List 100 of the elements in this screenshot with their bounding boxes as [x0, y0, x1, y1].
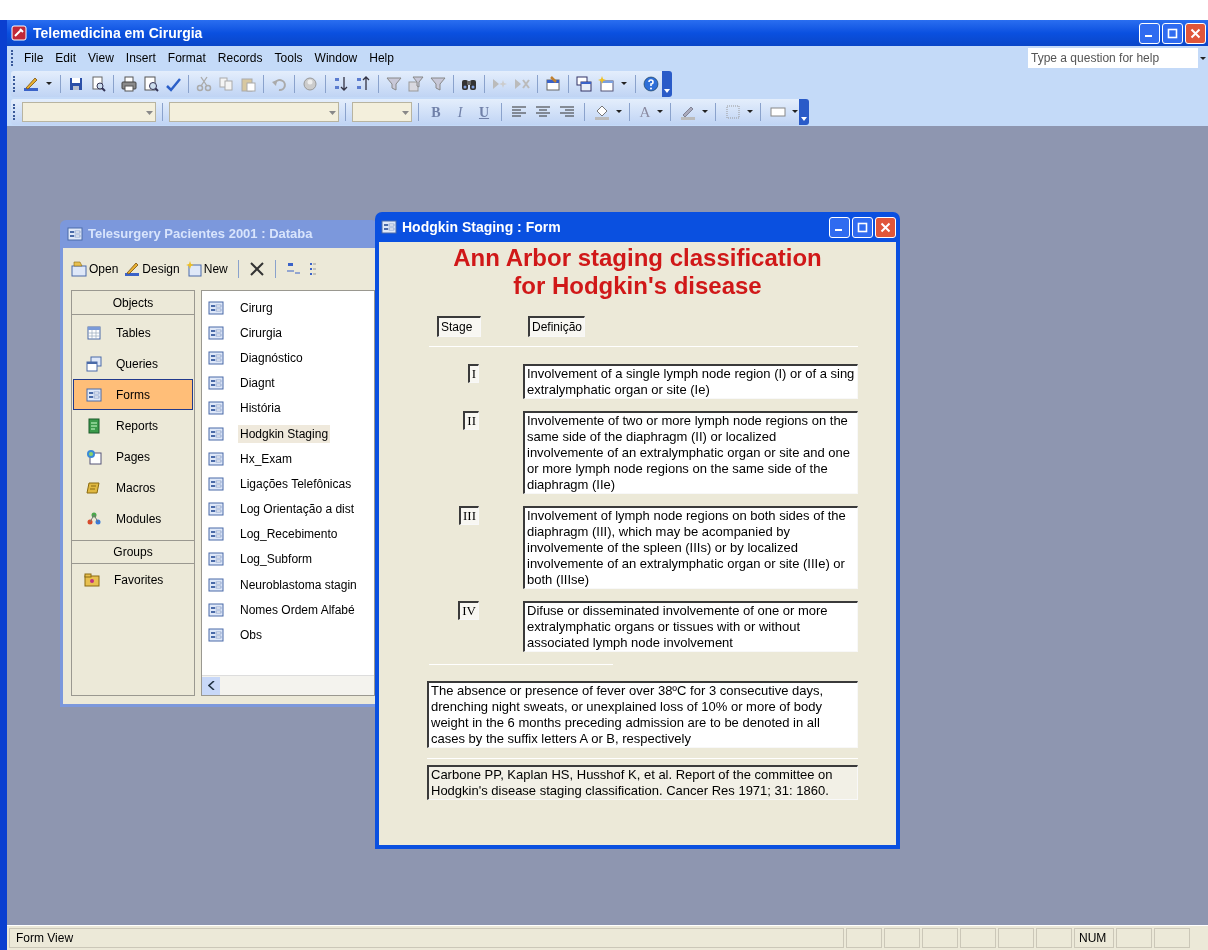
- form-icon: [208, 627, 224, 644]
- objects-header[interactable]: Objects: [72, 291, 194, 315]
- align-left-icon[interactable]: [511, 104, 527, 120]
- spelling-check-icon[interactable]: [165, 76, 181, 92]
- form-list-item[interactable]: Diagnt: [208, 370, 374, 396]
- group-item[interactable]: Favorites: [72, 564, 194, 596]
- minimize-icon: [1144, 35, 1152, 37]
- align-right-icon[interactable]: [559, 104, 575, 120]
- form-list-item[interactable]: Log_Subform: [208, 546, 374, 573]
- close-button[interactable]: [875, 216, 896, 238]
- stage-label: IV: [458, 601, 479, 620]
- large-icons-icon[interactable]: [285, 261, 302, 277]
- status-pane: [1036, 928, 1072, 948]
- object-item[interactable]: Forms: [73, 379, 193, 410]
- object-item[interactable]: Reports: [73, 410, 193, 441]
- module-icon: [86, 510, 102, 527]
- status-pane: [922, 928, 958, 948]
- line-color-icon[interactable]: [680, 104, 696, 120]
- help-icon[interactable]: [643, 76, 659, 92]
- maximize-button[interactable]: [1162, 22, 1183, 44]
- form-list-item[interactable]: Cirurg: [208, 295, 374, 321]
- groups-header[interactable]: Groups: [72, 540, 194, 564]
- definition-text: Involvement of lymph node regions on both sides of the diaphragm (III), which may be acompanied by involvemente of the spleen (IIIs) or by localized involvemente of an extralymphatic organ or site (IIIe) or both (IIIse): [523, 506, 858, 589]
- close-icon: [880, 221, 891, 233]
- menu-item[interactable]: Edit: [49, 49, 83, 67]
- sort-ascending-icon[interactable]: [333, 76, 349, 92]
- form-icon: [208, 551, 224, 568]
- menu-item[interactable]: Tools: [268, 49, 309, 67]
- query-icon: [86, 355, 102, 372]
- window-title: Telemedicina em Cirurgia: [33, 23, 204, 43]
- toolbar-button[interactable]: New: [185, 260, 228, 278]
- scroll-icon: [86, 479, 102, 496]
- toolbar-button[interactable]: Design: [124, 260, 180, 278]
- chevron-icon: [664, 88, 670, 94]
- menu-item[interactable]: Help: [363, 49, 400, 67]
- dropdown-field[interactable]: [22, 102, 156, 122]
- file-search-icon[interactable]: [90, 76, 106, 92]
- new-object-icon[interactable]: [598, 76, 614, 92]
- fill-bucket-icon[interactable]: [594, 104, 610, 120]
- form-icon: [381, 219, 397, 235]
- object-item[interactable]: Modules: [73, 503, 193, 534]
- object-item[interactable]: Pages: [73, 441, 193, 472]
- delete-icon[interactable]: [248, 261, 265, 277]
- minimize-button[interactable]: [829, 216, 850, 238]
- help-field[interactable]: Type a question for help: [1028, 48, 1198, 68]
- database-window-icon[interactable]: [576, 76, 592, 92]
- save-icon[interactable]: [68, 76, 84, 92]
- minimize-button[interactable]: [1139, 22, 1160, 44]
- stage-label: III: [459, 506, 479, 525]
- table-icon: [86, 324, 102, 341]
- align-center-icon[interactable]: [535, 104, 551, 120]
- close-button[interactable]: [1185, 22, 1206, 44]
- form-list-item[interactable]: Log Orientação a dist: [208, 496, 374, 522]
- object-item[interactable]: Macros: [73, 472, 193, 503]
- form-heading: Ann Arbor staging classification: [453, 244, 822, 272]
- form-list-item[interactable]: História: [208, 395, 374, 421]
- form-list-item[interactable]: Hx_Exam: [208, 446, 374, 472]
- design-view-icon[interactable]: [23, 76, 39, 92]
- properties-icon[interactable]: [545, 76, 561, 92]
- form-list-item[interactable]: Diagnóstico: [208, 345, 374, 371]
- form-list-item[interactable]: Log_Recebimento: [208, 521, 374, 547]
- design-icon: [124, 261, 141, 277]
- menu-item[interactable]: Window: [308, 49, 364, 67]
- menu-item[interactable]: Records: [211, 49, 269, 67]
- object-item[interactable]: Queries: [73, 348, 193, 379]
- menu-item[interactable]: View: [82, 49, 120, 67]
- form-list-item[interactable]: Neuroblastoma stagin: [208, 572, 374, 598]
- menu-item[interactable]: Insert: [119, 49, 162, 67]
- chevron-icon: [801, 116, 807, 122]
- status-pane: [998, 928, 1034, 948]
- caret-icon: [146, 108, 153, 116]
- dropdown-field[interactable]: [352, 102, 412, 122]
- form-icon: [208, 526, 224, 543]
- menu-item[interactable]: File: [18, 49, 50, 67]
- form-list-item[interactable]: Obs: [208, 622, 374, 648]
- stage-label: I: [467, 364, 479, 383]
- form-list-item[interactable]: Ligações Telefônicas: [208, 471, 374, 497]
- form-list-item[interactable]: Hodgkin Staging: [208, 420, 374, 447]
- form-list-item[interactable]: Nomes Ordem Alfabé: [208, 597, 374, 623]
- status-text: Form View: [9, 928, 844, 948]
- toolbar-options-button[interactable]: [799, 99, 809, 125]
- folder-icon: [84, 572, 100, 588]
- maximize-icon: [1167, 27, 1178, 39]
- print-icon[interactable]: [121, 76, 137, 92]
- sort-descending-icon[interactable]: [355, 76, 371, 92]
- maximize-icon: [857, 221, 868, 233]
- object-item[interactable]: Tables: [73, 317, 193, 348]
- maximize-button[interactable]: [852, 216, 873, 238]
- status-pane: [960, 928, 996, 948]
- print-preview-icon[interactable]: [143, 76, 159, 92]
- toolbar-button[interactable]: Open: [71, 260, 119, 278]
- form-list-item[interactable]: Cirurgia: [208, 320, 374, 346]
- database-icon: [67, 226, 83, 242]
- definition-text: Involvemente of two or more lymph node regions on the same side of the diaphragm (II) or localized involvemente of an extralymphatic organ or site and one or more lymph node regions on the same side of the diaphragm (IIe): [523, 411, 858, 494]
- menu-item[interactable]: Format: [161, 49, 212, 67]
- toolbar-options-button[interactable]: [662, 71, 672, 97]
- column-header: Definição: [528, 315, 586, 337]
- form-icon: [208, 501, 224, 518]
- scroll-left-button[interactable]: [202, 676, 220, 695]
- dropdown-field[interactable]: [169, 102, 339, 122]
